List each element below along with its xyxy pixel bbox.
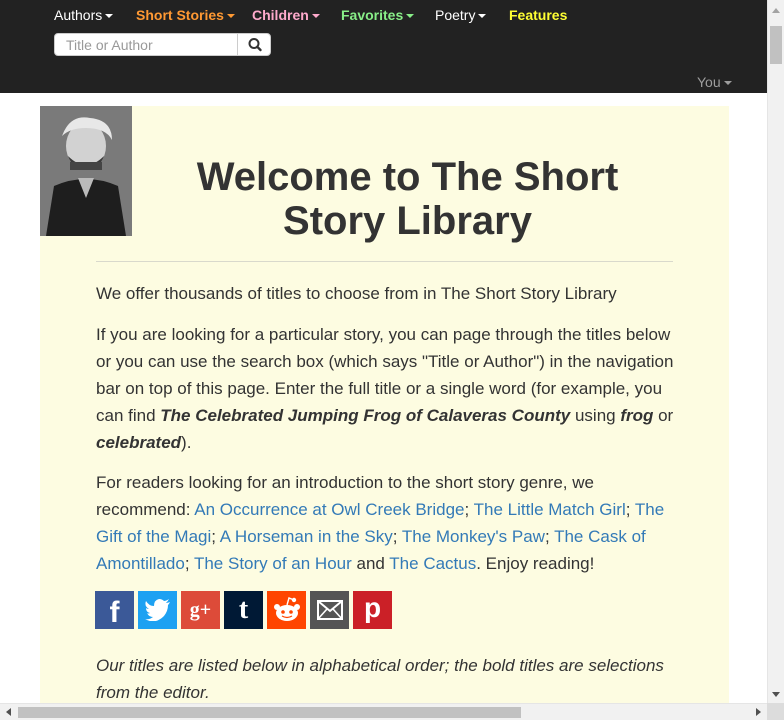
separator: ; xyxy=(464,500,474,519)
nav-short-stories[interactable]: Short Stories xyxy=(136,7,235,23)
tumblr-share-button[interactable]: t xyxy=(224,591,263,629)
scroll-down-arrow-icon xyxy=(772,692,780,697)
separator: ; xyxy=(392,527,402,546)
reddit-share-button[interactable] xyxy=(267,591,306,629)
separator: ; xyxy=(625,500,635,519)
horizontal-scroll-thumb[interactable] xyxy=(18,707,521,718)
chevron-down-icon xyxy=(478,14,487,19)
page-title: Welcome to The Short Story Library xyxy=(196,155,619,243)
author-portrait xyxy=(40,106,132,236)
example-word-frog: frog xyxy=(620,406,654,425)
search-help-part: ). xyxy=(181,433,192,452)
search-input[interactable] xyxy=(55,34,237,55)
vertical-scrollbar[interactable] xyxy=(767,0,784,703)
facebook-share-button[interactable]: f xyxy=(95,591,134,629)
story-link[interactable]: The Little Match Girl xyxy=(474,500,626,519)
chevron-down-icon xyxy=(406,14,415,19)
nav-children[interactable]: Children xyxy=(252,7,320,23)
pinterest-icon: p xyxy=(363,592,382,623)
horizontal-scrollbar[interactable] xyxy=(0,703,767,720)
google-plus-icon: g+ xyxy=(189,598,212,621)
alphabetical-order-note: Our titles are listed below in alphabeti… xyxy=(96,656,664,702)
reddit-icon xyxy=(273,597,300,621)
search-help-part: or xyxy=(653,406,674,425)
divider xyxy=(96,261,673,262)
story-link[interactable]: The Story of an Hour xyxy=(194,554,352,573)
nav-authors-label: Authors xyxy=(54,7,103,23)
story-link[interactable]: A Horseman in the Sky xyxy=(220,527,393,546)
example-word-celebrated: celebrated xyxy=(96,433,182,452)
nav-features-label: Features xyxy=(509,7,568,23)
nav-favorites-label: Favorites xyxy=(341,7,404,23)
search-help-text: If you are looking for a particular stor… xyxy=(96,321,676,456)
scroll-left-arrow-icon xyxy=(6,708,11,716)
separator: ; xyxy=(184,554,194,573)
facebook-icon: f xyxy=(109,596,120,629)
intro-text: We offer thousands of titles to choose f… xyxy=(96,284,617,303)
search-button[interactable] xyxy=(237,34,271,55)
user-menu-label: You xyxy=(697,74,721,90)
chevron-down-icon xyxy=(105,14,114,19)
story-link[interactable]: An Occurrence at Owl Creek Bridge xyxy=(194,500,464,519)
search-help-part: using xyxy=(570,406,621,425)
twitter-share-button[interactable] xyxy=(138,591,177,629)
recommend-ending: . Enjoy reading! xyxy=(476,554,595,573)
nav-authors[interactable]: Authors xyxy=(54,7,114,23)
nav-children-label: Children xyxy=(252,7,309,23)
separator: ; xyxy=(211,527,220,546)
google-plus-share-button[interactable]: g+ xyxy=(181,591,220,629)
chevron-down-icon xyxy=(723,81,732,86)
email-share-button[interactable] xyxy=(310,591,349,629)
chevron-down-icon xyxy=(226,14,235,19)
scrollbar-corner xyxy=(767,703,784,720)
twitter-icon xyxy=(144,599,170,621)
and-text: and xyxy=(351,554,390,573)
user-menu[interactable]: You xyxy=(697,74,732,90)
search-form xyxy=(54,33,271,56)
vertical-scroll-thumb[interactable] xyxy=(770,26,782,64)
top-navbar: Authors Short Stories Children Favorites… xyxy=(0,0,767,93)
nav-favorites[interactable]: Favorites xyxy=(341,7,415,23)
story-link[interactable]: The Monkey's Paw xyxy=(402,527,545,546)
nav-features[interactable]: Features xyxy=(509,7,567,23)
nav-poetry-label: Poetry xyxy=(435,7,476,23)
separator: ; xyxy=(544,527,555,546)
pinterest-share-button[interactable]: p xyxy=(353,591,392,629)
story-link[interactable]: The Cactus xyxy=(389,554,476,573)
recommendation-text: For readers looking for an introduction … xyxy=(96,469,676,577)
share-buttons: f g+ t p xyxy=(95,591,392,629)
scroll-right-arrow-icon xyxy=(756,708,761,716)
example-story-title: The Celebrated Jumping Frog of Calaveras… xyxy=(160,406,571,425)
tumblr-icon: t xyxy=(238,594,249,625)
search-icon xyxy=(248,38,262,52)
email-icon xyxy=(316,600,343,620)
nav-short-stories-label: Short Stories xyxy=(136,7,224,23)
chevron-down-icon xyxy=(311,14,320,19)
nav-poetry[interactable]: Poetry xyxy=(435,7,487,23)
scroll-up-arrow-icon xyxy=(772,8,780,13)
